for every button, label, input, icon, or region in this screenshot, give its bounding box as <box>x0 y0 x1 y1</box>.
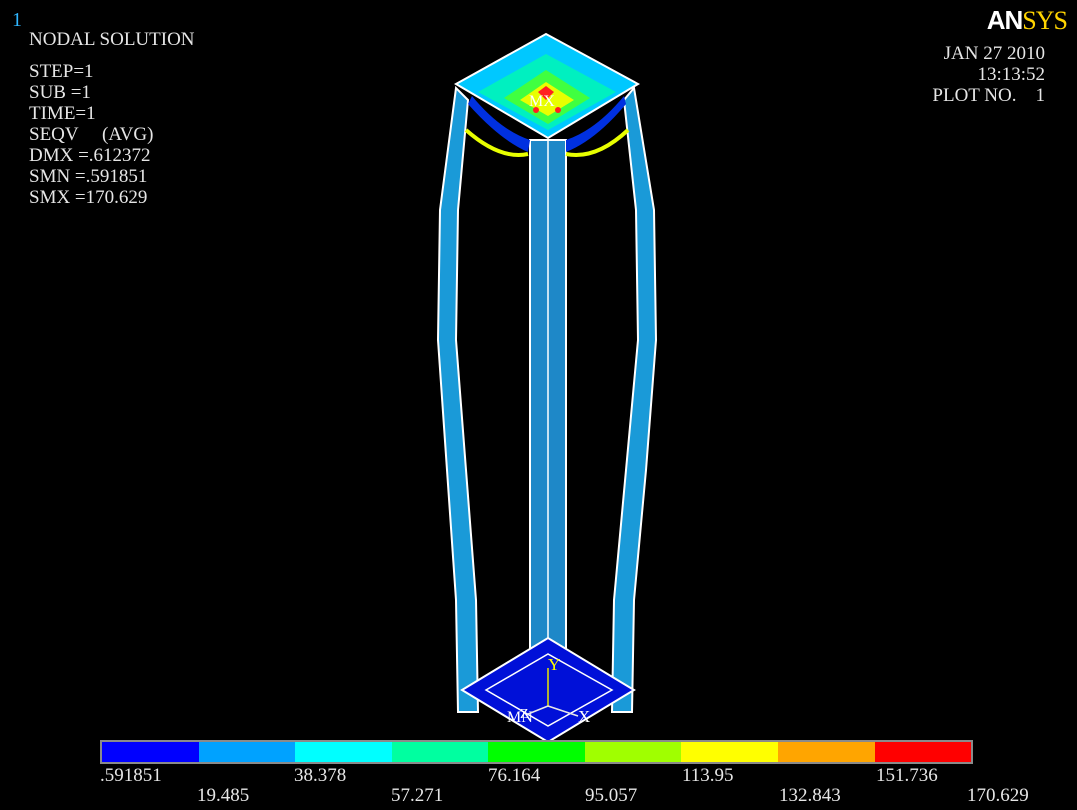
legend-label-bottom: 19.485 <box>197 785 250 806</box>
right-leg <box>610 85 658 713</box>
graphics-viewport[interactable]: 1 ANSYS NODAL SOLUTION STEP=1 SUB =1 TIM… <box>0 0 1077 810</box>
left-leg <box>436 85 480 713</box>
legend-label-top: 151.736 <box>876 765 938 786</box>
legend-label-top: 76.164 <box>488 765 541 786</box>
max-marker: MX <box>529 93 555 110</box>
legend-swatch <box>874 742 972 762</box>
legend-label-bottom: 132.843 <box>779 785 841 806</box>
legend-swatch <box>584 742 682 762</box>
legend-label-top: .591851 <box>100 765 162 786</box>
legend-swatch <box>391 742 489 762</box>
fea-model: MX MN Y X Z <box>436 32 658 740</box>
triad-z-label: Z <box>520 707 529 722</box>
legend-label-bottom: 57.271 <box>391 785 444 806</box>
legend-label-bottom: 95.057 <box>585 785 638 806</box>
triad-x-label: X <box>578 707 590 726</box>
legend-swatch <box>681 742 778 762</box>
legend-label-top: 38.378 <box>294 765 347 786</box>
triad-y-label: Y <box>548 655 560 674</box>
contour-legend-bar <box>100 740 973 764</box>
legend-swatch <box>488 742 585 762</box>
legend-label-bottom: 170.629 <box>967 785 1029 806</box>
legend-swatch <box>295 742 392 762</box>
legend-swatch <box>777 742 875 762</box>
hotspot-dot-right <box>555 107 561 113</box>
legend-swatch <box>102 742 199 762</box>
legend-swatch <box>198 742 296 762</box>
legend-label-top: 113.95 <box>682 765 734 786</box>
